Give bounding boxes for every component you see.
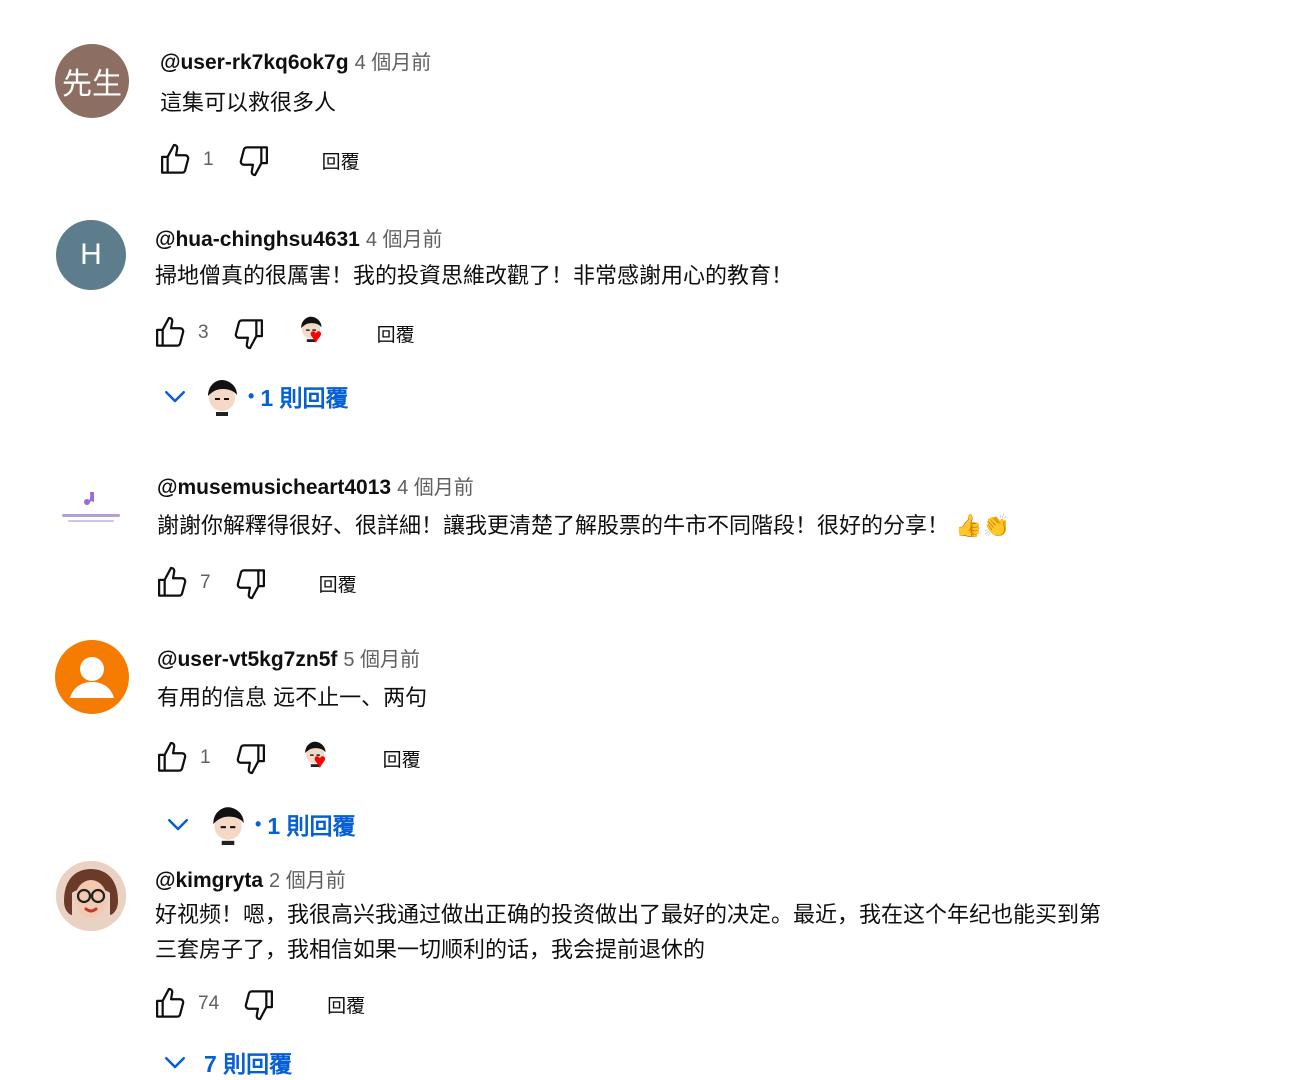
creator-avatar-icon xyxy=(202,376,242,416)
creator-heart: ♥ xyxy=(297,314,335,352)
comment-text: 謝謝你解釋得很好、很詳細！讓我更清楚了解股票的牛市不同階段！很好的分享！ xyxy=(157,513,950,538)
comment-text-line-1: 好视频！嗯，我很高兴我通过做出正确的投资做出了最好的决定。最近，我在这个年纪也能… xyxy=(155,902,1102,927)
reply-button[interactable]: 回覆 xyxy=(319,570,357,597)
comment-text: 這集可以救很多人 xyxy=(160,90,337,115)
dislike-icon[interactable] xyxy=(241,985,279,1023)
avatar[interactable] xyxy=(56,861,126,931)
avatar[interactable] xyxy=(56,478,126,548)
comment-author[interactable]: @user-rk7kq6ok7g xyxy=(160,51,349,74)
comment-author[interactable]: @musemusicheart4013 xyxy=(157,476,391,499)
avatar-text: 先生 xyxy=(62,68,122,101)
comment-text-line-2: 三套房子了，我相信如果一切顺利的话，我会提前退休的 xyxy=(155,937,706,962)
dislike-icon[interactable] xyxy=(233,564,271,602)
comment-time[interactable]: 4 個月前 xyxy=(397,477,474,499)
heart-icon: ♥ xyxy=(313,750,327,773)
view-replies-button[interactable]: • 1 則回覆 xyxy=(160,376,349,416)
user-photo-icon xyxy=(56,861,126,931)
default-user-icon xyxy=(70,657,114,698)
replies-count: 1 則回覆 xyxy=(267,813,356,839)
comment-author[interactable]: @kimgryta xyxy=(155,869,263,892)
comment-author[interactable]: @hua-chinghsu4631 xyxy=(155,228,360,251)
comment-time[interactable]: 4 個月前 xyxy=(366,229,443,251)
replies-count: 1 則回覆 xyxy=(260,385,349,411)
comment-time[interactable]: 2 個月前 xyxy=(269,870,346,892)
like-count: 74 xyxy=(198,993,220,1014)
separator-dot: • xyxy=(255,813,262,834)
emoji: 👍👏 xyxy=(955,513,1010,538)
music-logo-icon xyxy=(62,492,120,522)
like-count: 7 xyxy=(200,572,211,593)
view-replies-button[interactable]: • 1 則回覆 xyxy=(163,803,356,845)
avatar[interactable] xyxy=(55,640,129,714)
like-count: 1 xyxy=(203,149,214,170)
reply-button[interactable]: 回覆 xyxy=(383,745,421,772)
like-count: 1 xyxy=(200,747,211,768)
separator-dot: • xyxy=(248,385,255,406)
creator-heart: ♥ xyxy=(301,739,339,777)
comment-author[interactable]: @user-vt5kg7zn5f xyxy=(157,648,337,671)
comment-time[interactable]: 5 個月前 xyxy=(343,649,420,671)
avatar-text: H xyxy=(80,238,102,271)
avatar[interactable]: H xyxy=(56,220,126,290)
replies-count: 7 則回覆 xyxy=(204,1051,293,1077)
like-count: 3 xyxy=(198,322,209,343)
view-replies-button[interactable]: 7 則回覆 xyxy=(160,1045,292,1079)
reply-button[interactable]: 回覆 xyxy=(377,320,415,347)
heart-icon: ♥ xyxy=(309,325,323,348)
creator-avatar-icon xyxy=(207,803,249,845)
comment-text: 有用的信息 远不止一、两句 xyxy=(157,685,428,710)
reply-button[interactable]: 回覆 xyxy=(322,147,360,174)
dislike-icon[interactable] xyxy=(233,739,271,777)
avatar[interactable]: 先生 xyxy=(55,44,129,118)
reply-button[interactable]: 回覆 xyxy=(327,991,365,1018)
like-icon[interactable] xyxy=(150,985,188,1023)
comment-text: 掃地僧真的很厲害！我的投資思維改觀了！非常感謝用心的教育！ xyxy=(155,263,794,288)
chevron-down-icon xyxy=(160,381,190,411)
dislike-icon[interactable] xyxy=(231,314,269,352)
chevron-down-icon xyxy=(160,1047,190,1077)
like-icon[interactable] xyxy=(152,564,190,602)
comment-text-line: 謝謝你解釋得很好、很詳細！讓我更清楚了解股票的牛市不同階段！很好的分享！ 👍👏 xyxy=(157,509,1010,543)
like-icon[interactable] xyxy=(150,314,188,352)
dislike-icon[interactable] xyxy=(236,141,274,179)
comment-time[interactable]: 4 個月前 xyxy=(355,52,432,74)
like-icon[interactable] xyxy=(155,141,193,179)
like-icon[interactable] xyxy=(152,739,190,777)
chevron-down-icon xyxy=(163,809,193,839)
